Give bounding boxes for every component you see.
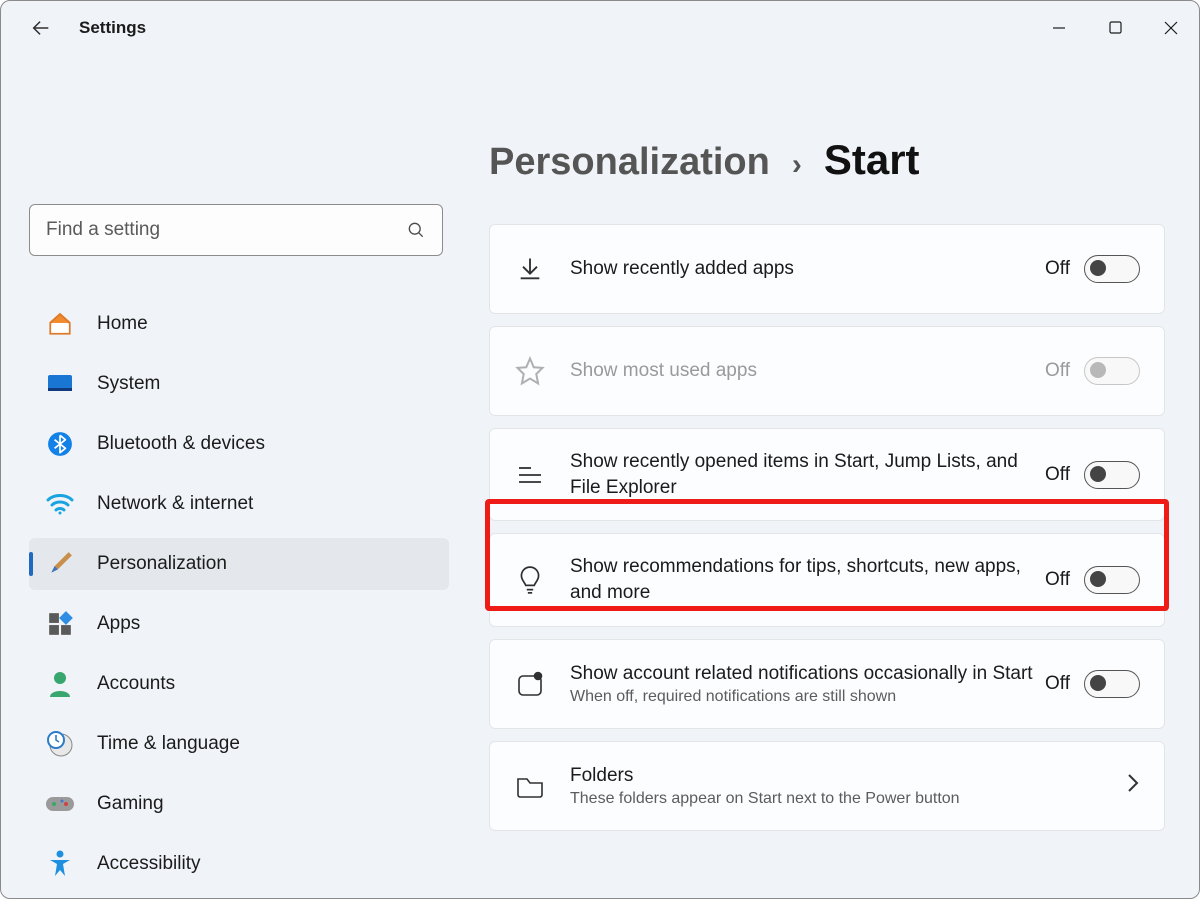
list-icon — [510, 464, 550, 486]
toggle-state-label: Off — [1045, 464, 1070, 486]
breadcrumb-current: Start — [824, 136, 920, 184]
accessibility-icon — [45, 849, 75, 879]
maximize-button[interactable] — [1087, 6, 1143, 50]
minimize-icon — [1052, 21, 1066, 35]
nav-item-gaming[interactable]: Gaming — [29, 778, 449, 830]
setting-most-used-apps: Show most used apps Off — [489, 326, 1165, 416]
maximize-icon — [1109, 21, 1122, 34]
minimize-button[interactable] — [1031, 6, 1087, 50]
nav-item-home[interactable]: Home — [29, 298, 449, 350]
toggle-state-label: Off — [1045, 569, 1070, 591]
toggle-switch[interactable] — [1084, 670, 1140, 698]
setting-folders[interactable]: Folders These folders appear on Start ne… — [489, 741, 1165, 831]
nav-label: Personalization — [97, 553, 227, 575]
sidebar: Home System Bluetooth & devices — [1, 54, 461, 898]
notification-card-icon — [510, 670, 550, 698]
star-icon — [510, 356, 550, 386]
search-box[interactable] — [29, 204, 443, 256]
nav-label: Home — [97, 313, 148, 335]
setting-account-notifications[interactable]: Show account related notifications occas… — [489, 639, 1165, 729]
setting-subtitle: When off, required notifications are sti… — [570, 688, 1045, 706]
chevron-right-icon — [1126, 772, 1140, 799]
nav-label: Time & language — [97, 733, 240, 755]
chevron-right-icon: › — [792, 148, 802, 182]
download-icon — [510, 255, 550, 283]
breadcrumb: Personalization › Start — [489, 136, 1165, 184]
folder-icon — [510, 773, 550, 799]
app-title: Settings — [79, 18, 146, 38]
nav-item-accessibility[interactable]: Accessibility — [29, 838, 449, 890]
settings-window: Settings Home — [0, 0, 1200, 899]
close-button[interactable] — [1143, 6, 1199, 50]
wifi-icon — [45, 489, 75, 519]
person-icon — [45, 669, 75, 699]
nav-item-accounts[interactable]: Accounts — [29, 658, 449, 710]
setting-recently-added-apps[interactable]: Show recently added apps Off — [489, 224, 1165, 314]
setting-title: Show account related notifications occas… — [570, 661, 1045, 687]
nav-item-apps[interactable]: Apps — [29, 598, 449, 650]
toggle-state-label: Off — [1045, 258, 1070, 280]
nav-item-network[interactable]: Network & internet — [29, 478, 449, 530]
setting-recent-items[interactable]: Show recently opened items in Start, Jum… — [489, 428, 1165, 521]
setting-title: Show recommendations for tips, shortcuts… — [570, 554, 1045, 605]
back-button[interactable] — [21, 8, 61, 48]
nav-item-time[interactable]: Time & language — [29, 718, 449, 770]
setting-title: Folders — [570, 763, 1110, 789]
nav-label: Apps — [97, 613, 140, 635]
nav-label: Bluetooth & devices — [97, 433, 265, 455]
nav-item-system[interactable]: System — [29, 358, 449, 410]
nav-item-personalization[interactable]: Personalization — [29, 538, 449, 590]
titlebar: Settings — [1, 1, 1199, 54]
nav-item-bluetooth[interactable]: Bluetooth & devices — [29, 418, 449, 470]
bluetooth-icon — [45, 429, 75, 459]
nav-label: Accounts — [97, 673, 175, 695]
setting-title: Show recently opened items in Start, Jum… — [570, 449, 1045, 500]
clock-globe-icon — [45, 729, 75, 759]
toggle-state-label: Off — [1045, 360, 1070, 382]
lightbulb-icon — [510, 565, 550, 595]
toggle-state-label: Off — [1045, 673, 1070, 695]
setting-title: Show most used apps — [570, 358, 1045, 384]
nav-list: Home System Bluetooth & devices — [29, 298, 449, 890]
system-icon — [45, 369, 75, 399]
paintbrush-icon — [45, 549, 75, 579]
arrow-left-icon — [30, 17, 52, 39]
nav-label: Accessibility — [97, 853, 200, 875]
toggle-switch[interactable] — [1084, 566, 1140, 594]
nav-label: System — [97, 373, 160, 395]
setting-title: Show recently added apps — [570, 256, 1045, 282]
breadcrumb-parent[interactable]: Personalization — [489, 141, 770, 184]
apps-icon — [45, 609, 75, 639]
nav-label: Network & internet — [97, 493, 253, 515]
gamepad-icon — [45, 789, 75, 819]
search-input[interactable] — [46, 219, 406, 241]
toggle-switch[interactable] — [1084, 461, 1140, 489]
main-content: Personalization › Start Show recently ad… — [461, 54, 1199, 898]
toggle-switch[interactable] — [1084, 255, 1140, 283]
setting-recommendations[interactable]: Show recommendations for tips, shortcuts… — [489, 533, 1165, 626]
setting-subtitle: These folders appear on Start next to th… — [570, 790, 1110, 808]
window-controls — [1031, 6, 1199, 50]
toggle-switch — [1084, 357, 1140, 385]
close-icon — [1164, 21, 1178, 35]
home-icon — [45, 309, 75, 339]
nav-label: Gaming — [97, 793, 164, 815]
search-icon — [406, 220, 426, 240]
